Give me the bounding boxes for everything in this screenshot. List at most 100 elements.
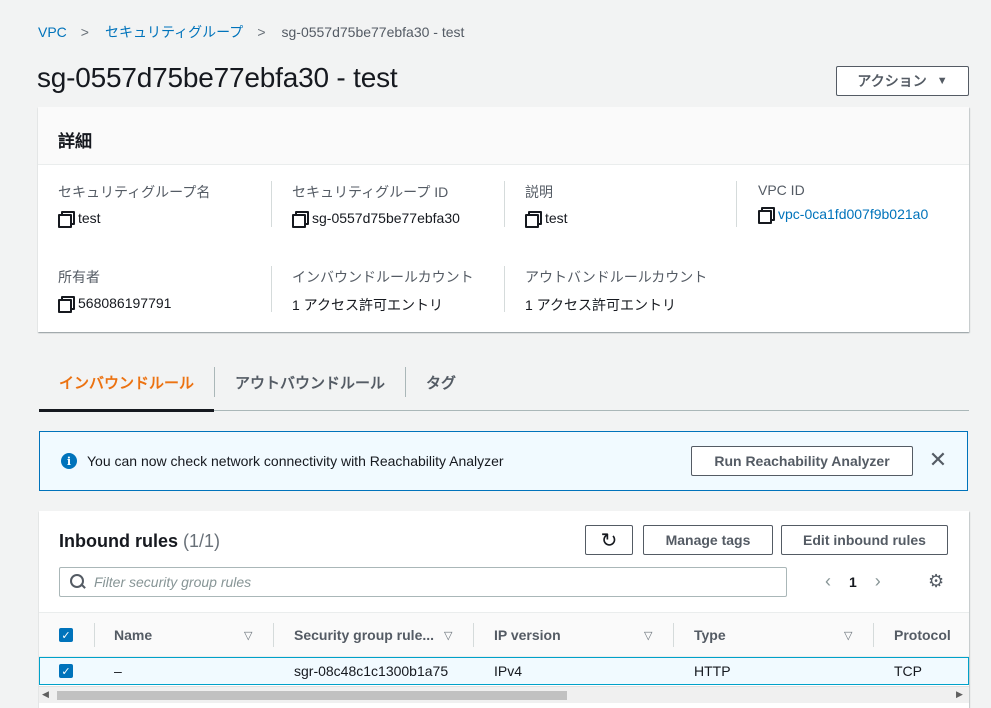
owner-field: 所有者 568086197791: [58, 267, 172, 313]
tab-tags[interactable]: タグ: [406, 362, 476, 410]
outbound-count-label: アウトバンドルールカウント: [525, 269, 708, 285]
column-ip-version-label: IP version: [494, 627, 561, 643]
copy-icon[interactable]: [58, 211, 75, 228]
run-reachability-analyzer-button[interactable]: Run Reachability Analyzer: [691, 446, 913, 476]
divider: [736, 181, 737, 227]
info-flash-banner: i You can now check network connectivity…: [39, 431, 968, 491]
column-header-type[interactable]: Type ▽: [694, 613, 864, 657]
column-type-label: Type: [694, 627, 726, 643]
search-icon: [70, 574, 86, 590]
vpc-id-link[interactable]: vpc-0ca1fd007f9b021a0: [778, 206, 928, 222]
caret-down-icon: ▼: [936, 75, 948, 87]
breadcrumb-security-groups-link[interactable]: セキュリティグループ: [105, 22, 243, 42]
filter-search-box: [59, 567, 787, 597]
owner-label: 所有者: [58, 269, 100, 285]
manage-tags-button[interactable]: Manage tags: [643, 525, 773, 555]
column-divider: [273, 623, 274, 647]
column-divider: [873, 623, 874, 647]
column-divider: [673, 623, 674, 647]
chevron-right-icon: >: [80, 24, 89, 40]
sort-icon: ▽: [844, 629, 853, 642]
info-icon: i: [61, 453, 77, 469]
check-icon: ✓: [59, 664, 73, 678]
row-ip-version: IPv4: [494, 663, 523, 679]
actions-button-label: アクション: [857, 73, 927, 89]
divider: [504, 266, 505, 312]
sort-icon: ▽: [444, 629, 453, 642]
refresh-icon: ↻: [600, 529, 618, 552]
inbound-rules-title: Inbound rules: [59, 531, 178, 551]
column-rule-id-label: Security group rule...: [294, 627, 435, 643]
gear-icon[interactable]: ⚙: [928, 571, 944, 592]
row-protocol: TCP: [894, 663, 922, 679]
column-header-name[interactable]: Name ▽: [114, 613, 254, 657]
inbound-rules-panel: Inbound rules (1/1) ↻ Manage tags Edit i…: [39, 511, 969, 708]
divider: [271, 266, 272, 312]
chevron-right-icon: >: [257, 24, 266, 40]
chevron-left-icon[interactable]: ‹: [825, 571, 831, 592]
sort-icon: ▽: [644, 629, 653, 642]
chevron-right-icon[interactable]: ›: [875, 571, 881, 592]
select-all-checkbox[interactable]: ✓: [59, 613, 73, 657]
inbound-count-value: 1 アクセス許可エントリ: [292, 297, 443, 313]
sg-id-field: セキュリティグループ ID sg-0557d75be77ebfa30: [292, 182, 460, 228]
details-heading: 詳細: [38, 107, 969, 165]
description-label: 説明: [525, 184, 553, 200]
vpc-id-field: VPC ID vpc-0ca1fd007f9b021a0: [758, 182, 928, 224]
pagination: ‹ 1 ›: [825, 571, 881, 592]
sg-id-value: sg-0557d75be77ebfa30: [312, 210, 460, 226]
scroll-right-icon[interactable]: ▶: [956, 689, 963, 700]
breadcrumb: VPC > セキュリティグループ > sg-0557d75be77ebfa30 …: [38, 22, 464, 42]
row-name: –: [114, 663, 122, 679]
copy-icon[interactable]: [292, 211, 309, 228]
owner-value: 568086197791: [78, 295, 172, 311]
check-icon: ✓: [59, 628, 73, 642]
outbound-count-value: 1 アクセス許可エントリ: [525, 297, 676, 313]
flash-message: You can now check network connectivity w…: [87, 453, 504, 469]
table-row[interactable]: ✓ – sgr-08c48c1c1300b1a75 IPv4 HTTP TCP: [39, 657, 969, 685]
column-divider: [473, 623, 474, 647]
copy-icon[interactable]: [58, 296, 75, 313]
page-title: sg-0557d75be77ebfa30 - test: [37, 62, 398, 93]
column-divider: [94, 623, 95, 647]
sg-name-field: セキュリティグループ名 test: [58, 182, 211, 228]
inbound-rules-count: (1/1): [183, 531, 221, 551]
actions-dropdown-button[interactable]: アクション ▼: [836, 66, 969, 96]
sg-name-value: test: [78, 210, 101, 226]
sg-name-label: セキュリティグループ名: [58, 184, 211, 200]
refresh-button[interactable]: ↻: [585, 525, 633, 555]
outbound-count-field: アウトバンドルールカウント 1 アクセス許可エントリ: [525, 267, 707, 315]
tab-outbound-rules[interactable]: アウトバウンドルール: [215, 362, 405, 410]
search-input[interactable]: [94, 574, 774, 590]
column-header-ip-version[interactable]: IP version ▽: [494, 613, 664, 657]
divider: [504, 181, 505, 227]
edit-inbound-rules-button[interactable]: Edit inbound rules: [781, 525, 948, 555]
details-panel: 詳細 セキュリティグループ名 test セキュリティグループ ID sg-055…: [38, 107, 969, 332]
tab-inbound-rules[interactable]: インバウンドルール: [39, 362, 215, 412]
column-header-rule-id[interactable]: Security group rule... ▽: [294, 613, 464, 657]
tab-bar: インバウンドルール アウトバウンドルール タグ: [39, 362, 969, 412]
copy-icon[interactable]: [758, 207, 775, 224]
description-value: test: [545, 210, 568, 226]
inbound-count-label: インバウンドルールカウント: [292, 269, 474, 285]
sort-icon: ▽: [244, 629, 253, 642]
row-checkbox[interactable]: ✓: [59, 658, 73, 684]
inbound-count-field: インバウンドルールカウント 1 アクセス許可エントリ: [292, 267, 474, 315]
column-header-protocol[interactable]: Protocol: [894, 613, 951, 657]
scroll-left-icon[interactable]: ◀: [42, 689, 49, 700]
breadcrumb-vpc-link[interactable]: VPC: [38, 24, 67, 40]
row-type: HTTP: [694, 663, 731, 679]
divider: [271, 181, 272, 227]
horizontal-scrollbar[interactable]: ◀ ▶: [39, 686, 969, 703]
scrollbar-thumb[interactable]: [57, 691, 567, 700]
breadcrumb-current: sg-0557d75be77ebfa30 - test: [281, 24, 465, 40]
close-icon[interactable]: ✕: [926, 449, 950, 473]
vpc-id-label: VPC ID: [758, 182, 805, 198]
inbound-rules-heading: Inbound rules (1/1): [59, 531, 220, 552]
sg-id-label: セキュリティグループ ID: [292, 184, 449, 200]
page-number[interactable]: 1: [849, 574, 857, 590]
copy-icon[interactable]: [525, 211, 542, 228]
description-field: 説明 test: [525, 182, 568, 228]
table-header: ✓ Name ▽ Security group rule... ▽ IP ver…: [39, 612, 969, 657]
row-rule-id: sgr-08c48c1c1300b1a75: [294, 663, 449, 679]
